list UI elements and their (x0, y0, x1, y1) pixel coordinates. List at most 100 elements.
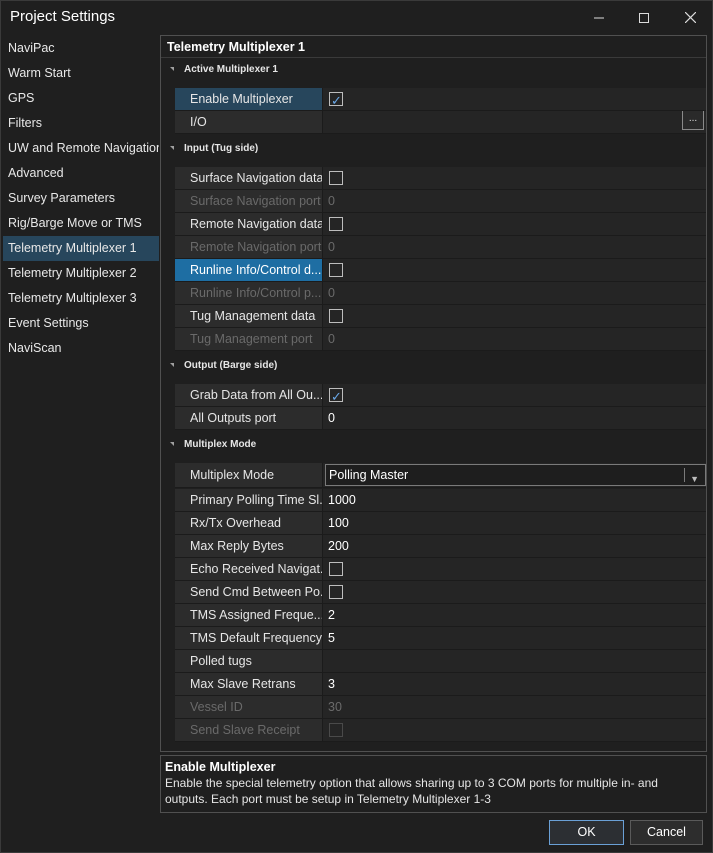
category-input-tug-side[interactable]: Input (Tug side) (161, 140, 706, 160)
property-value: 0 (323, 236, 706, 258)
row-remote-navigation-data[interactable]: Remote Navigation data (175, 213, 706, 236)
sidebar-item-advanced[interactable]: Advanced (3, 161, 159, 186)
property-value (323, 558, 706, 580)
checkmark-icon: ✓ (331, 93, 342, 108)
row-polled-tugs[interactable]: Polled tugs (175, 650, 706, 673)
window-title: Project Settings (10, 8, 116, 25)
category-label: Input (Tug side) (184, 143, 259, 154)
settings-sidebar: NaviPac Warm Start GPS Filters UW and Re… (3, 36, 159, 361)
collapse-arrow-icon[interactable] (170, 363, 174, 367)
sidebar-item-warm-start[interactable]: Warm Start (3, 61, 159, 86)
property-name: Surface Navigation port (175, 190, 322, 212)
ok-button[interactable]: OK (549, 820, 624, 845)
remote-navigation-data-checkbox[interactable] (329, 217, 343, 231)
sidebar-item-naviscan[interactable]: NaviScan (3, 336, 159, 361)
chevron-down-icon[interactable]: ▼ (690, 468, 699, 487)
row-max-reply-bytes[interactable]: Max Reply Bytes 200 (175, 535, 706, 558)
title-bar: Project Settings (0, 0, 713, 34)
property-value: ✓ (323, 384, 706, 406)
row-surface-navigation-data[interactable]: Surface Navigation data (175, 167, 706, 190)
sidebar-item-gps[interactable]: GPS (3, 86, 159, 111)
row-tms-default-frequency[interactable]: TMS Default Frequency 5 (175, 627, 706, 650)
category-label: Multiplex Mode (184, 439, 257, 450)
property-value (323, 259, 706, 281)
sidebar-item-event-settings[interactable]: Event Settings (3, 311, 159, 336)
row-send-cmd-between-ports[interactable]: Send Cmd Between Po... (175, 581, 706, 604)
property-name: Runline Info/Control p... (175, 282, 322, 304)
multiplex-mode-dropdown[interactable]: Polling Master ▼ (325, 464, 706, 486)
maximize-button[interactable] (621, 1, 667, 34)
property-name: Remote Navigation port (175, 236, 322, 258)
row-rx-tx-overhead[interactable]: Rx/Tx Overhead 100 (175, 512, 706, 535)
property-value (323, 213, 706, 235)
row-max-slave-retrans[interactable]: Max Slave Retrans 3 (175, 673, 706, 696)
row-all-outputs-port[interactable]: All Outputs port 0 (175, 407, 706, 430)
io-browse-button[interactable]: ... (682, 111, 704, 130)
enable-multiplexer-checkbox[interactable]: ✓ (329, 92, 343, 108)
category-label: Active Multiplexer 1 (184, 64, 278, 75)
property-value: ✓ (323, 88, 706, 110)
property-value: ... (323, 111, 706, 133)
rx-tx-overhead-value[interactable]: 100 (323, 512, 706, 534)
row-primary-polling-time[interactable]: Primary Polling Time Sl... 1000 (175, 489, 706, 512)
sidebar-item-telemetry-multiplexer-1[interactable]: Telemetry Multiplexer 1 (3, 236, 159, 261)
property-name: Enable Multiplexer (175, 88, 322, 110)
property-name: Max Reply Bytes (175, 535, 322, 557)
property-name: TMS Default Frequency (175, 627, 322, 649)
sidebar-item-telemetry-multiplexer-2[interactable]: Telemetry Multiplexer 2 (3, 261, 159, 286)
surface-navigation-data-checkbox[interactable] (329, 171, 343, 185)
row-send-slave-receipt: Send Slave Receipt (175, 719, 706, 742)
property-name: Polled tugs (175, 650, 322, 672)
runline-data-checkbox[interactable] (329, 263, 343, 277)
vessel-id-value: 30 (323, 696, 706, 718)
property-name: Primary Polling Time Sl... (175, 489, 322, 511)
property-name: Remote Navigation data (175, 213, 322, 235)
all-outputs-port-value[interactable]: 0 (323, 407, 706, 429)
sidebar-item-telemetry-multiplexer-3[interactable]: Telemetry Multiplexer 3 (3, 286, 159, 311)
echo-received-checkbox[interactable] (329, 562, 343, 576)
minimize-button[interactable] (576, 1, 622, 34)
property-value: 0 (323, 190, 706, 212)
tms-assigned-frequency-value[interactable]: 2 (323, 604, 706, 626)
collapse-arrow-icon[interactable] (170, 146, 174, 150)
row-grab-data-all-outputs[interactable]: Grab Data from All Ou... ✓ (175, 384, 706, 407)
row-multiplex-mode[interactable]: Multiplex Mode Polling Master ▼ (175, 463, 706, 488)
sidebar-item-navipac[interactable]: NaviPac (3, 36, 159, 61)
row-surface-navigation-port: Surface Navigation port 0 (175, 190, 706, 213)
row-tug-management-data[interactable]: Tug Management data (175, 305, 706, 328)
row-tms-assigned-frequency[interactable]: TMS Assigned Freque... 2 (175, 604, 706, 627)
property-name: Tug Management data (175, 305, 322, 327)
sidebar-item-survey-parameters[interactable]: Survey Parameters (3, 186, 159, 211)
row-io[interactable]: I/O ... (175, 111, 706, 134)
property-name: TMS Assigned Freque... (175, 604, 322, 626)
category-multiplex-mode[interactable]: Multiplex Mode (161, 436, 706, 456)
sidebar-item-uw-remote-navigation[interactable]: UW and Remote Navigation (3, 136, 159, 161)
tms-default-frequency-value[interactable]: 5 (323, 627, 706, 649)
row-enable-multiplexer[interactable]: Enable Multiplexer ✓ (175, 88, 706, 111)
polled-tugs-value[interactable] (323, 650, 706, 672)
checkmark-icon: ✓ (331, 389, 342, 404)
property-name: All Outputs port (175, 407, 322, 429)
tug-management-data-checkbox[interactable] (329, 309, 343, 323)
row-runline-info-control-data[interactable]: Runline Info/Control d... (175, 259, 706, 282)
close-button[interactable] (667, 1, 713, 34)
send-slave-receipt-checkbox (329, 723, 343, 737)
cancel-button[interactable]: Cancel (630, 820, 703, 845)
category-output-barge-side[interactable]: Output (Barge side) (161, 357, 706, 377)
max-reply-bytes-value[interactable]: 200 (323, 535, 706, 557)
sidebar-item-rig-barge-move[interactable]: Rig/Barge Move or TMS (3, 211, 159, 236)
collapse-arrow-icon[interactable] (170, 442, 174, 446)
dropdown-selected-value: Polling Master (329, 468, 409, 482)
property-name: Tug Management port (175, 328, 322, 350)
row-echo-received-navigation[interactable]: Echo Received Navigat... (175, 558, 706, 581)
max-slave-retrans-value[interactable]: 3 (323, 673, 706, 695)
category-active-multiplexer[interactable]: Active Multiplexer 1 (161, 61, 706, 81)
collapse-arrow-icon[interactable] (170, 67, 174, 71)
primary-polling-value[interactable]: 1000 (323, 489, 706, 511)
property-name: Grab Data from All Ou... (175, 384, 322, 406)
property-value: Polling Master ▼ (323, 463, 706, 487)
description-title: Enable Multiplexer (165, 760, 276, 774)
send-cmd-checkbox[interactable] (329, 585, 343, 599)
sidebar-item-filters[interactable]: Filters (3, 111, 159, 136)
grab-data-checkbox[interactable]: ✓ (329, 388, 343, 404)
